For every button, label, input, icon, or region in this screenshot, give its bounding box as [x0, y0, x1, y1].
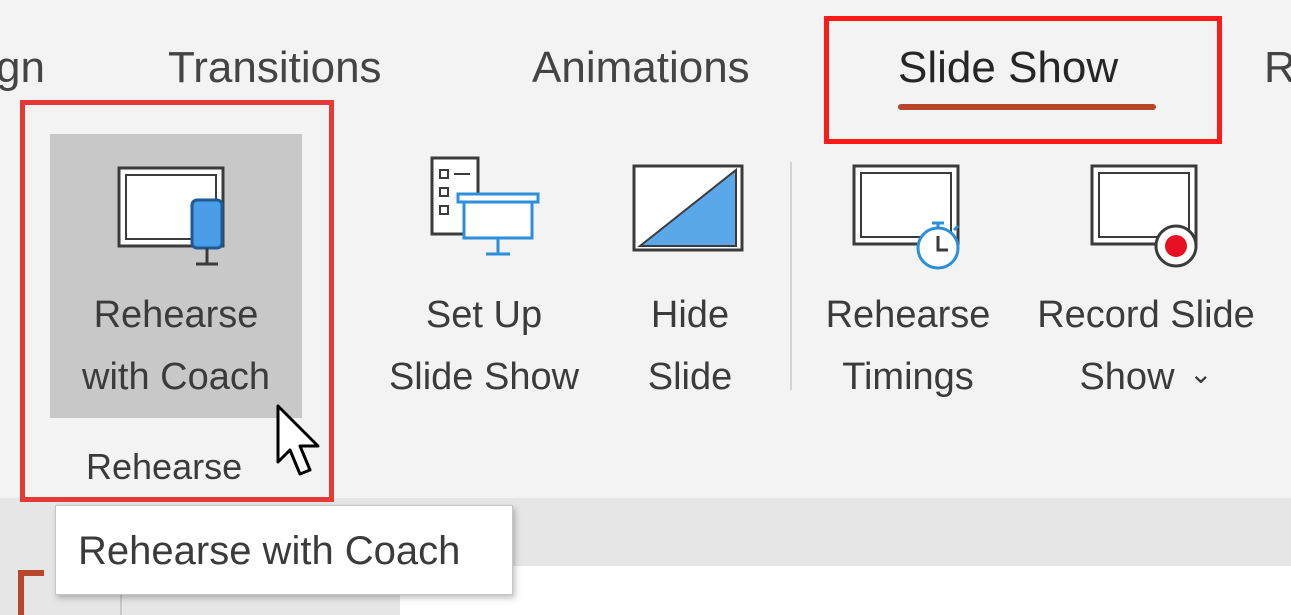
rehearse-timings-icon — [852, 164, 960, 270]
annotation-highlight-slide-show-tab — [824, 16, 1222, 144]
slide-thumbnail-selection-border — [18, 570, 44, 615]
rehearse-timings-label-line1: Rehearse — [825, 294, 991, 336]
rehearse-timings-button[interactable]: Rehearse Timings — [812, 134, 1004, 418]
chevron-down-icon[interactable]: ⌄ — [1189, 358, 1212, 389]
tooltip: Rehearse with Coach — [55, 505, 513, 595]
group-separator — [790, 162, 792, 390]
set-up-slide-show-button[interactable]: Set Up Slide Show — [366, 134, 602, 418]
tab-review[interactable]: R — [1264, 38, 1291, 98]
set-up-slide-show-icon — [430, 156, 540, 256]
set-up-slide-show-label-line2: Slide Show — [388, 356, 580, 398]
hide-slide-label-line1: Hide — [650, 294, 730, 336]
hide-slide-button[interactable]: Hide Slide — [620, 134, 760, 418]
hide-slide-icon — [632, 164, 744, 252]
tab-design[interactable]: gn — [0, 38, 45, 98]
tab-animations[interactable]: Animations — [532, 38, 750, 98]
record-slide-show-icon — [1090, 164, 1198, 268]
record-slide-show-label-line2: Show ⌄ — [1014, 356, 1278, 401]
slide-editing-area — [400, 566, 1291, 615]
tab-transitions[interactable]: Transitions — [168, 38, 382, 98]
record-slide-show-label-text: Show — [1079, 356, 1175, 398]
record-slide-show-label-line1: Record Slide — [1037, 294, 1255, 336]
rehearse-timings-label-line2: Timings — [842, 356, 974, 398]
set-up-slide-show-label-line1: Set Up — [425, 294, 543, 336]
mouse-cursor-icon — [276, 404, 320, 476]
record-slide-show-button[interactable]: Record Slide Show ⌄ — [1014, 134, 1278, 418]
hide-slide-label-line2: Slide — [647, 356, 733, 398]
